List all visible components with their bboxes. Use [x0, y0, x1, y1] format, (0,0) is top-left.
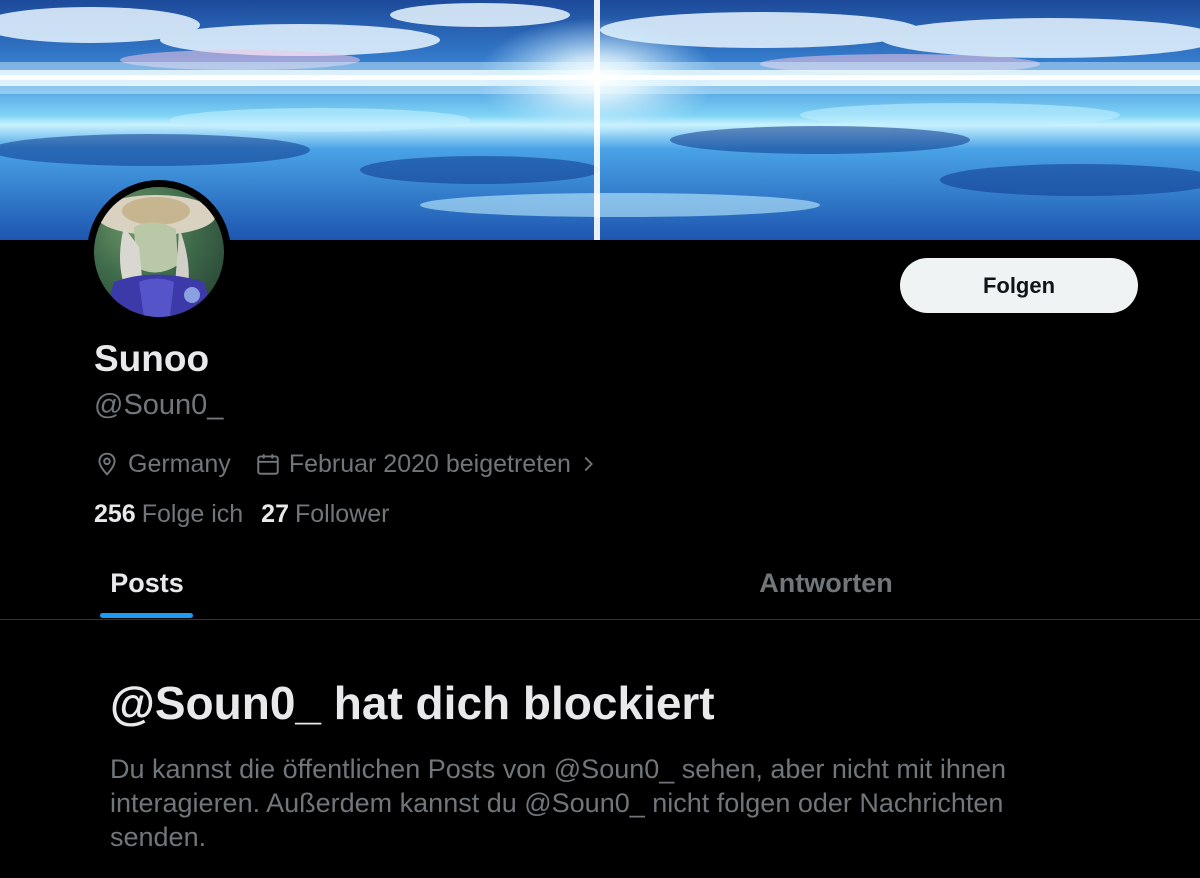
tab-replies[interactable]: Antworten	[740, 548, 912, 618]
profile-avatar[interactable]	[87, 180, 231, 324]
following-label[interactable]: Folge ich	[142, 500, 243, 529]
following-count[interactable]: 256	[94, 500, 136, 529]
chevron-right-icon	[584, 456, 593, 472]
avatar-image	[94, 187, 224, 317]
map-pin-icon	[98, 452, 116, 476]
followers-count[interactable]: 27	[261, 500, 289, 529]
joined-item[interactable]: Februar 2020 beigetreten	[255, 450, 607, 479]
profile-tabs: Posts Antworten	[0, 548, 1200, 620]
profile-display-name: Sunoo	[94, 338, 210, 379]
profile-handle: @Soun0_	[94, 389, 224, 421]
joined-text: Februar 2020 beigetreten	[288, 449, 571, 478]
location-item: Germany	[94, 450, 231, 479]
blocked-title: @Soun0_ hat dich blockiert	[110, 677, 715, 729]
follow-counts: 256 Folge ich 27 Follower	[94, 500, 389, 529]
calendar-icon	[257, 454, 279, 475]
active-tab-indicator	[100, 613, 193, 618]
profile-meta: Germany Februar 2020 beigetreten	[94, 446, 607, 482]
follow-button[interactable]: Folgen	[900, 258, 1138, 313]
tab-posts[interactable]: Posts	[100, 548, 194, 618]
location-text: Germany	[128, 449, 231, 478]
avatar-artwork	[96, 195, 216, 317]
followers-label[interactable]: Follower	[295, 500, 389, 529]
blocked-message: Du kannst die öffentlichen Posts von @So…	[110, 754, 1006, 852]
